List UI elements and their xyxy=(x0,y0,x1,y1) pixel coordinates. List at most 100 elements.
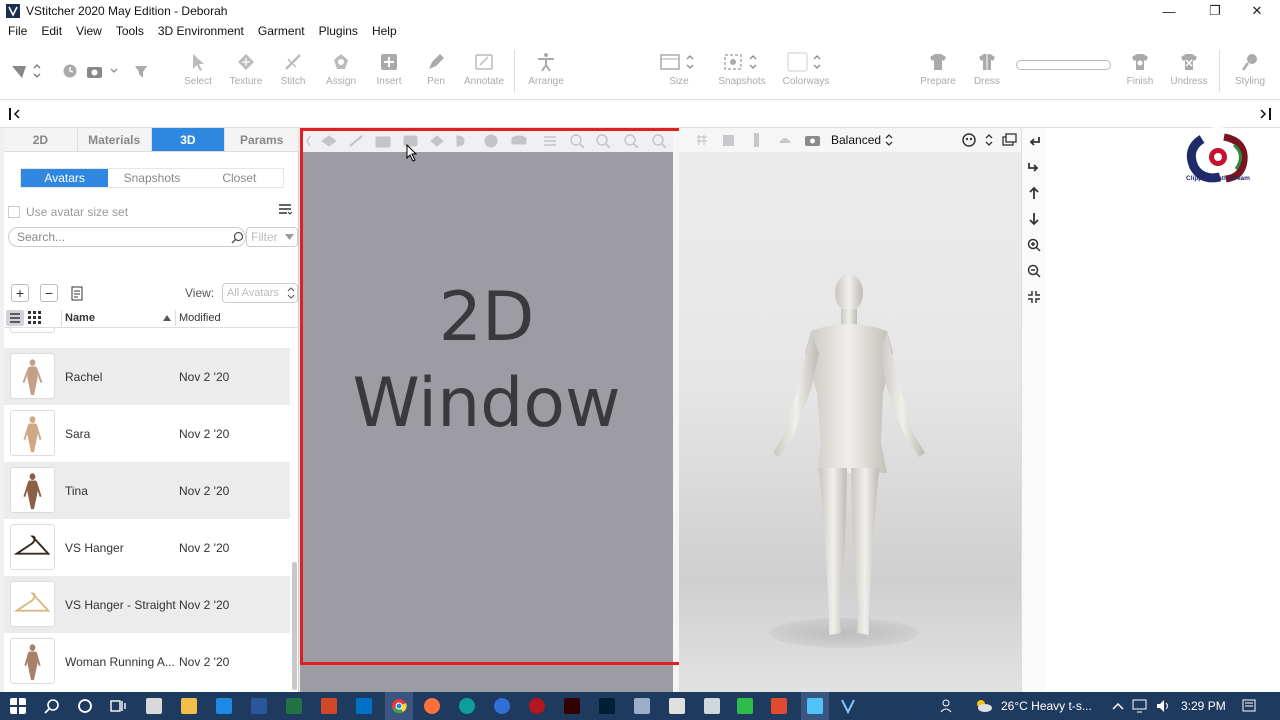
tool-dress[interactable]: Dress xyxy=(959,52,1015,87)
redo-icon[interactable] xyxy=(1027,160,1041,174)
browser-icon[interactable] xyxy=(494,698,510,714)
network-icon[interactable] xyxy=(1132,698,1148,714)
notification-icon[interactable] xyxy=(1241,698,1257,714)
chevron-up-icon[interactable] xyxy=(1110,698,1126,714)
tool-prepare[interactable]: Prepare xyxy=(910,52,966,87)
search-input[interactable]: Search... xyxy=(8,227,246,247)
weather-icon[interactable] xyxy=(973,698,993,714)
list-item[interactable]: VS Hanger Nov 2 '20 xyxy=(4,519,290,576)
excel-icon[interactable] xyxy=(286,698,302,714)
close-button[interactable]: ✕ xyxy=(1234,0,1280,22)
sort-ascending-icon[interactable] xyxy=(163,315,171,321)
remove-avatar-button[interactable]: − xyxy=(40,284,58,302)
file-explorer-icon[interactable] xyxy=(181,698,197,714)
tool-undress[interactable]: Undress xyxy=(1161,52,1217,87)
menu-garment[interactable]: Garment xyxy=(258,24,305,38)
tab-2d[interactable]: 2D xyxy=(4,128,78,151)
menu-view[interactable]: View xyxy=(76,24,102,38)
app-icon[interactable] xyxy=(771,698,787,714)
column-name-header[interactable]: Name xyxy=(65,312,95,324)
mail-icon[interactable] xyxy=(216,698,232,714)
zoom-out-icon[interactable] xyxy=(1027,264,1041,278)
list-scrollbar[interactable] xyxy=(292,562,297,690)
collapse-left-icon[interactable] xyxy=(8,108,22,120)
3d-view-controls-icon[interactable] xyxy=(961,132,1017,148)
avatar-size-set-checkbox[interactable] xyxy=(8,206,20,218)
list-item[interactable]: Sara Nov 2 '20 xyxy=(4,405,290,462)
2d-window[interactable]: 2D Window xyxy=(300,128,673,692)
document-icon[interactable] xyxy=(71,285,85,301)
tool-snapshots[interactable]: Snapshots xyxy=(714,52,770,87)
app-icon[interactable] xyxy=(529,698,545,714)
list-options-icon[interactable] xyxy=(278,203,292,215)
search-icon[interactable] xyxy=(44,698,60,714)
grid-view-icon[interactable] xyxy=(27,310,43,326)
weather-text[interactable]: 26°C Heavy t-s... xyxy=(1001,699,1092,713)
column-modified-header[interactable]: Modified xyxy=(179,312,221,324)
menu-help[interactable]: Help xyxy=(372,24,397,38)
selection-mode-icon[interactable] xyxy=(10,62,44,80)
task-view-icon[interactable] xyxy=(110,698,126,714)
menu-3d-environment[interactable]: 3D Environment xyxy=(158,24,244,38)
menu-tools[interactable]: Tools xyxy=(116,24,144,38)
list-item[interactable]: Rachel Nov 2 '20 xyxy=(4,348,290,405)
list-item[interactable]: Tina Nov 2 '20 xyxy=(4,462,290,519)
tab-3d[interactable]: 3D xyxy=(151,128,226,151)
menu-edit[interactable]: Edit xyxy=(41,24,62,38)
photoshop-icon[interactable] xyxy=(599,698,615,714)
vstitcher-icon[interactable] xyxy=(840,698,856,714)
outlook-icon[interactable] xyxy=(356,698,372,714)
fit-view-icon[interactable] xyxy=(1027,290,1041,304)
tool-size[interactable]: Size xyxy=(651,52,707,87)
people-icon[interactable] xyxy=(940,698,956,714)
menu-file[interactable]: File xyxy=(8,24,27,38)
word-icon[interactable] xyxy=(251,698,267,714)
clock-icon[interactable] xyxy=(62,63,78,79)
stepper-icon[interactable] xyxy=(885,133,893,147)
subtab-closet[interactable]: Closet xyxy=(195,169,283,187)
cortana-icon[interactable] xyxy=(77,698,93,714)
app-icon[interactable] xyxy=(737,698,753,714)
camera-icon[interactable] xyxy=(86,63,120,79)
minimize-button[interactable]: — xyxy=(1146,0,1192,22)
undo-icon[interactable] xyxy=(1027,134,1041,148)
arrow-up-icon[interactable] xyxy=(1027,186,1041,200)
subtab-avatars[interactable]: Avatars xyxy=(21,169,109,187)
illustrator-icon[interactable] xyxy=(564,698,580,714)
list-item[interactable] xyxy=(4,328,290,339)
taskbar-active-item[interactable] xyxy=(385,692,413,720)
menu-plugins[interactable]: Plugins xyxy=(319,24,358,38)
tool-annotate[interactable]: Annotate xyxy=(456,52,512,87)
powerpoint-icon[interactable] xyxy=(321,698,337,714)
taskbar-active-item[interactable] xyxy=(801,692,829,720)
collapse-right-icon[interactable] xyxy=(1258,108,1272,120)
add-avatar-button[interactable]: + xyxy=(11,284,29,302)
tool-colorways[interactable]: Colorways xyxy=(776,52,836,87)
store-icon[interactable] xyxy=(146,698,162,714)
tab-params[interactable]: Params xyxy=(225,128,299,151)
subtab-snapshots[interactable]: Snapshots xyxy=(108,169,196,187)
windows-start-icon[interactable] xyxy=(10,698,26,714)
app-icon[interactable] xyxy=(669,698,685,714)
tab-materials[interactable]: Materials xyxy=(77,128,152,151)
tool-arrange[interactable]: Arrange xyxy=(518,52,574,87)
maximize-button[interactable]: ❐ xyxy=(1192,0,1238,22)
tool-styling[interactable]: Styling xyxy=(1222,52,1278,87)
tool-finish[interactable]: Finish xyxy=(1112,52,1168,87)
clock-time[interactable]: 3:29 PM xyxy=(1181,699,1226,713)
volume-icon[interactable] xyxy=(1156,698,1172,714)
pin-icon[interactable] xyxy=(132,62,150,80)
app-icon[interactable] xyxy=(634,698,650,714)
edge-icon[interactable] xyxy=(459,698,475,714)
firefox-icon[interactable] xyxy=(424,698,440,714)
3d-window[interactable]: Balanced xyxy=(679,128,1021,692)
app-icon[interactable] xyxy=(704,698,720,714)
arrow-down-icon[interactable] xyxy=(1027,212,1041,226)
zoom-in-icon[interactable] xyxy=(1027,238,1041,252)
list-item[interactable]: VS Hanger - Straight Nov 2 '20 xyxy=(4,576,290,633)
render-quality-select[interactable]: Balanced xyxy=(831,133,881,147)
filter-dropdown[interactable]: Filter xyxy=(246,227,298,247)
list-view-icon[interactable] xyxy=(6,310,24,326)
view-select[interactable]: All Avatars xyxy=(222,283,298,303)
list-item[interactable]: Woman Running A... Nov 2 '20 xyxy=(4,633,290,690)
